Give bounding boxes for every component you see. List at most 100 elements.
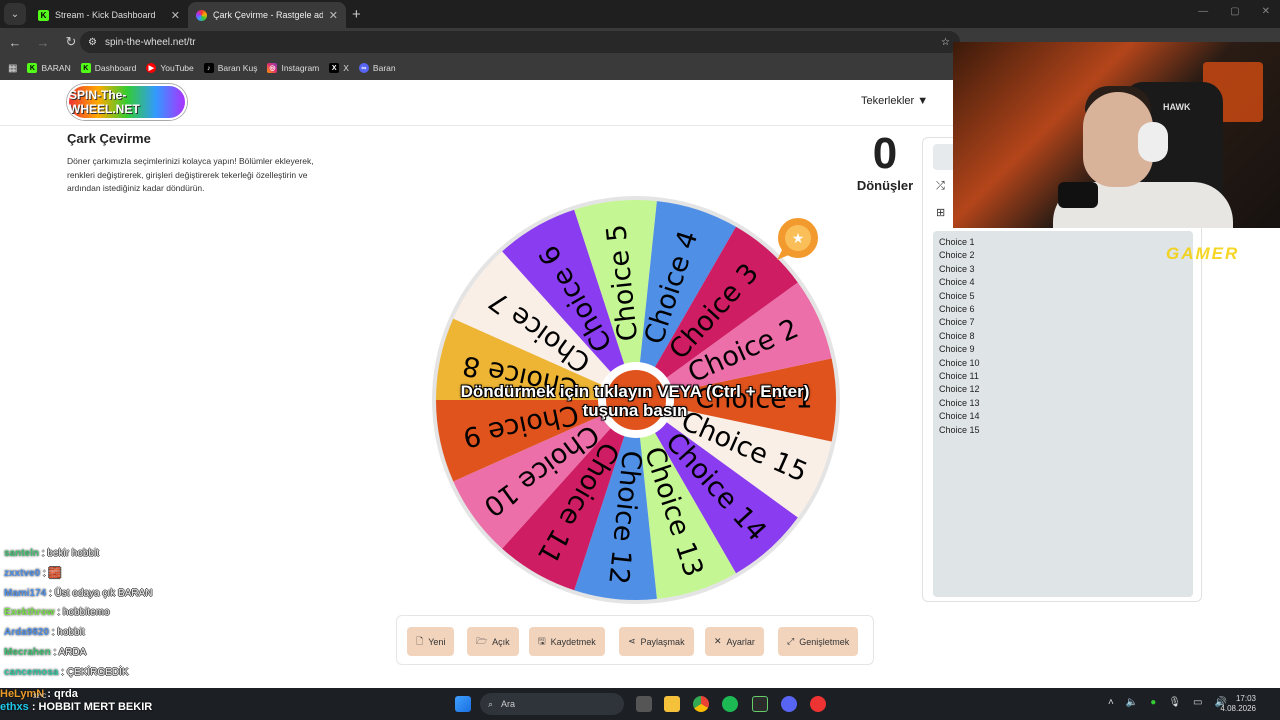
expand-button[interactable]: ⤢ Genişletmek — [778, 627, 859, 656]
kick-icon: K — [38, 9, 49, 21]
kick-icon: K — [80, 63, 91, 73]
windows-start-icon[interactable] — [455, 696, 471, 712]
spin-instruction[interactable]: Döndürmek için tıklayın VEYA (Ctrl + Ent… — [450, 382, 820, 420]
expand-icon: ⤢ — [787, 636, 795, 646]
youtube-icon: ▶ — [146, 63, 157, 73]
headset-icon — [1138, 122, 1168, 162]
save-button[interactable]: 🖫 Kaydetmek — [529, 627, 605, 656]
tiktok-icon: ♪ — [203, 63, 214, 73]
chat-username: zxxtve0 — [4, 567, 41, 579]
back-icon[interactable]: ← — [8, 35, 22, 50]
windows-taskbar: ⌕ Ara ˄ 🔈 ● 🎙 ▭ 🔊 17:03 4.08.2026 — [0, 688, 1280, 720]
entry-line: Choice 5 — [939, 290, 975, 301]
nvidia-icon[interactable] — [752, 696, 768, 712]
bookmark-star-icon[interactable]: ☆ — [941, 37, 950, 48]
tab-title: Stream - Kick Dashboard — [55, 10, 156, 20]
chat-text: : ÇEKİRGEDİK — [58, 666, 129, 678]
chat-text: : Üst odaya çık BARAN — [46, 587, 153, 599]
close-icon[interactable]: ✕ — [329, 9, 338, 22]
discord-icon[interactable] — [781, 696, 797, 712]
chrome-icon[interactable] — [693, 696, 709, 712]
bookmark-baran-link[interactable]: ∞ Baran — [358, 63, 396, 73]
wheel-icon — [196, 9, 207, 21]
share-icon: ⋖ — [628, 636, 636, 646]
chat-username: santeln — [4, 548, 40, 559]
add-image-icon[interactable]: ⊞ — [936, 206, 945, 219]
entry-line: Choice 10 — [939, 357, 980, 368]
mic-icon[interactable]: 🎙 — [1168, 697, 1181, 708]
share-button[interactable]: ⋖ Paylaşmak — [619, 627, 694, 656]
chat-message: Arda9820 : hobbit — [4, 623, 152, 643]
file-explorer-icon[interactable] — [664, 696, 680, 712]
bookmark-tiktok[interactable]: ♪ Baran Kuş — [203, 63, 258, 73]
clock-date: 4.08.2026 — [1220, 704, 1256, 713]
bookmark-x[interactable]: XX — [329, 63, 349, 73]
url-field[interactable]: ⚙ spin-the-wheel.net/tr ☆ — [80, 31, 960, 53]
tab-search-icon[interactable]: ⌄ — [4, 3, 26, 25]
weather-widget[interactable]: 32°C — [33, 694, 46, 700]
maximize-icon[interactable]: ▢ — [1230, 6, 1239, 17]
clock[interactable]: 17:03 4.08.2026 — [1220, 694, 1256, 714]
entry-line: Choice 15 — [939, 424, 980, 435]
site-logo[interactable]: SPIN-The-WHEEL.NET — [67, 84, 187, 120]
bookmark-label: Instagram — [281, 63, 320, 73]
bookmark-youtube[interactable]: ▶ YouTube — [146, 63, 194, 73]
clock-time: 17:03 — [1235, 694, 1256, 703]
chat-message: cancemosa : ÇEKİRGEDİK — [4, 663, 152, 683]
entry-line: Choice 1 — [939, 237, 975, 247]
bookmark-label: Dashboard — [94, 63, 137, 73]
microphone — [1058, 182, 1098, 208]
new-button[interactable]: 🗋 Yeni — [407, 627, 455, 656]
folder-open-icon: 🗁 — [476, 635, 488, 646]
new-tab-icon[interactable]: + — [352, 6, 361, 23]
window-controls: — ▢ ✕ — [1198, 6, 1270, 17]
spin-counter: 0 Dönüşler — [850, 129, 920, 194]
entry-line: Choice 3 — [939, 263, 975, 274]
ticker-message: : qrda — [47, 688, 78, 700]
tab-kick-dashboard[interactable]: K Stream - Kick Dashboard ✕ — [30, 2, 188, 28]
spin-count: 0 — [872, 129, 898, 178]
wheels-menu[interactable]: Tekerlekler ▼ — [861, 95, 928, 107]
bookmark-baran[interactable]: K BARAN — [27, 63, 71, 73]
entry-line: Choice 8 — [939, 330, 975, 341]
bookmark-label: Baran Kuş — [217, 63, 258, 73]
forward-icon[interactable]: → — [36, 35, 50, 50]
bookmark-label: YouTube — [160, 63, 194, 73]
reload-icon[interactable]: ↻ — [64, 34, 78, 50]
expand-label: Genişletmek — [799, 636, 850, 647]
display-icon[interactable]: ▭ — [1193, 697, 1202, 708]
chevron-up-icon[interactable]: ˄ — [1108, 697, 1114, 708]
taskbar-search[interactable]: ⌕ Ara — [480, 693, 624, 715]
chat-message: Exekthrow : hobbitemo — [4, 603, 152, 623]
chat-message: zxxtve0 : 🧱 — [4, 564, 152, 584]
chat-username: Mami174 — [4, 587, 47, 599]
close-window-icon[interactable]: ✕ — [1262, 6, 1270, 17]
kick-icon: K — [27, 63, 38, 73]
chair-brand: HAWK — [1163, 102, 1191, 112]
close-icon[interactable]: ✕ — [171, 9, 180, 22]
minimize-icon[interactable]: — — [1198, 6, 1208, 17]
site-info-icon[interactable]: ⚙ — [88, 37, 97, 48]
x-icon: X — [329, 63, 340, 73]
app-icon[interactable] — [810, 696, 826, 712]
shuffle-icon[interactable]: ⤮ — [936, 180, 945, 193]
bookmark-dashboard[interactable]: K Dashboard — [80, 63, 137, 73]
tab-spin-wheel[interactable]: Çark Çevirme - Rastgele ad Seç ✕ — [188, 2, 346, 28]
dropdown-arrow-icon: ▼ — [917, 95, 929, 107]
search-icon: ⌕ — [488, 698, 494, 709]
entry-line: Choice 11 — [939, 371, 979, 382]
spotify-icon[interactable] — [722, 696, 738, 712]
settings-button[interactable]: ✕ Ayarlar — [705, 627, 764, 656]
status-dot-icon[interactable]: ● — [1150, 697, 1156, 708]
page-description: Döner çarkımızla seçimlerinizi kolayca y… — [67, 156, 314, 193]
chat-message: Mecrahen : ARDA — [4, 643, 152, 663]
bookmark-instagram[interactable]: ◎ Instagram — [267, 63, 319, 73]
apps-icon[interactable]: ▦ — [8, 63, 17, 74]
webcam-overlay: HAWK — [953, 42, 1280, 228]
entries-textarea[interactable]: Choice 1 Choice 2 Choice 3 Choice 4 Choice 5… — [933, 231, 1193, 597]
task-view-icon[interactable] — [636, 696, 652, 712]
entry-line: Choice 7 — [939, 317, 975, 328]
page-title: Çark Çevirme — [67, 131, 151, 146]
speaker-icon[interactable]: 🔈 — [1126, 697, 1138, 708]
open-button[interactable]: 🗁 Açık — [467, 627, 519, 656]
